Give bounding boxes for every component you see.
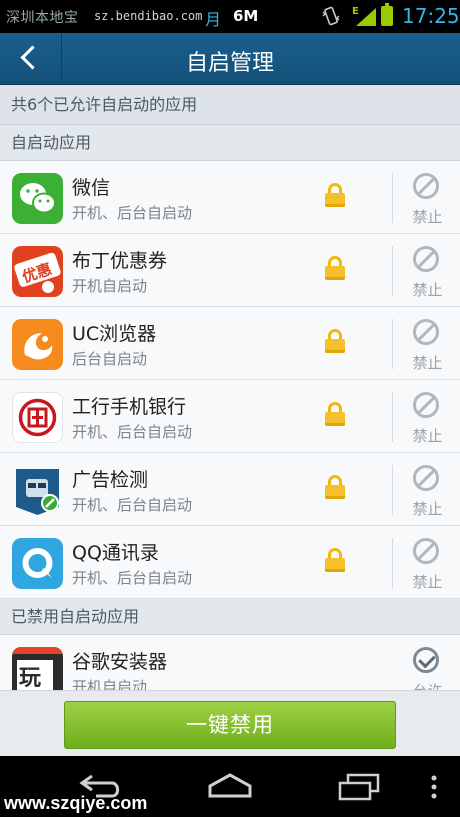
vibrate-icon	[322, 6, 340, 26]
app-desc: 开机、后台自启动	[72, 569, 193, 587]
divider	[392, 465, 393, 515]
app-row[interactable]: 微信 开机、后台自启动 禁止	[0, 161, 460, 234]
navigation-bar: www.szqiye.com	[0, 756, 460, 817]
lock-icon	[325, 183, 345, 207]
one-key-disable-button[interactable]: 一键禁用	[64, 701, 396, 749]
ban-icon	[413, 173, 439, 199]
ad-detector-icon	[16, 469, 59, 515]
battery-icon	[381, 3, 393, 26]
disable-button[interactable]: 禁止	[395, 526, 460, 599]
disable-label: 禁止	[412, 281, 443, 299]
site-watermark: www.szqiye.com	[4, 793, 148, 813]
divider	[392, 392, 393, 442]
lock-icon	[325, 329, 345, 353]
app-list-container[interactable]: 共6个已允许自启动的应用 自启动应用 微信 开机、后台自启动 禁止 优惠 布丁优…	[0, 85, 460, 690]
ban-icon	[413, 319, 439, 345]
app-name: 微信	[72, 177, 111, 199]
disable-label: 禁止	[412, 573, 443, 591]
ban-icon	[413, 465, 439, 491]
disable-button[interactable]: 禁止	[395, 161, 460, 234]
app-desc: 后台自启动	[72, 350, 148, 368]
icbc-icon	[12, 392, 63, 443]
divider	[392, 173, 393, 223]
buding-coupon-icon: 优惠	[12, 246, 63, 297]
disable-button[interactable]: 禁止	[395, 453, 460, 526]
app-name: 谷歌安装器	[72, 651, 168, 673]
summary-text: 共6个已允许自启动的应用	[0, 85, 460, 125]
app-name: 布丁优惠券	[72, 250, 168, 272]
app-row[interactable]: 玩 谷歌安装器 开机自启动 允许	[0, 635, 460, 690]
page-title: 自启管理	[185, 51, 274, 76]
app-desc: 开机、后台自启动	[72, 204, 193, 222]
svg-text:玩: 玩	[19, 666, 41, 690]
disable-label: 禁止	[412, 354, 443, 372]
bottom-action-bar: 一键禁用	[0, 690, 460, 756]
allow-label: 允许	[395, 680, 460, 690]
wechat-icon	[12, 173, 63, 224]
divider	[392, 319, 393, 369]
disable-button[interactable]: 禁止	[395, 234, 460, 307]
watermark-url: sz.bendibao.com	[94, 9, 203, 23]
disable-label: 禁止	[412, 500, 443, 518]
title-bar: 自启管理	[0, 33, 460, 85]
lock-icon	[325, 475, 345, 499]
allow-button[interactable]: 允许	[395, 635, 460, 690]
disable-button[interactable]: 禁止	[395, 380, 460, 453]
moon-icon: 月	[205, 10, 222, 29]
nav-home-icon[interactable]	[206, 772, 254, 798]
ban-icon	[413, 538, 439, 564]
lock-icon	[325, 256, 345, 280]
app-desc: 开机自启动	[72, 678, 148, 690]
app-name: 工行手机银行	[72, 396, 187, 418]
check-icon	[413, 647, 439, 673]
divider	[392, 246, 393, 296]
google-installer-icon: 玩	[12, 647, 63, 690]
signal-icon	[356, 8, 376, 26]
app-desc: 开机、后台自启动	[72, 496, 193, 514]
lock-icon	[325, 548, 345, 572]
app-desc: 开机、后台自启动	[72, 423, 193, 441]
section-header-disabled: 已禁用自启动应用	[0, 599, 460, 635]
clock: 17:25	[402, 4, 460, 28]
app-desc: 开机自启动	[72, 277, 148, 295]
nav-menu-icon[interactable]	[430, 774, 438, 800]
disable-label: 禁止	[412, 427, 443, 445]
uc-browser-icon	[12, 319, 63, 370]
app-row[interactable]: 广告检测 开机、后台自启动 禁止	[0, 453, 460, 526]
app-name: 广告检测	[72, 469, 149, 491]
disable-label: 禁止	[412, 208, 443, 226]
ban-icon	[413, 246, 439, 272]
lock-icon	[325, 402, 345, 426]
section-header-allowed: 自启动应用	[0, 125, 460, 161]
ban-icon	[413, 392, 439, 418]
app-row[interactable]: UC浏览器 后台自启动 禁止	[0, 307, 460, 380]
divider	[392, 538, 393, 588]
nav-recent-apps-icon[interactable]	[336, 772, 382, 802]
app-name: QQ通讯录	[72, 542, 159, 564]
data-size-indicator: 6M	[233, 7, 259, 25]
app-row[interactable]: 优惠 布丁优惠券 开机自启动 禁止	[0, 234, 460, 307]
app-row[interactable]: 工行手机银行 开机、后台自启动 禁止	[0, 380, 460, 453]
status-bar: 深圳本地宝 sz.bendibao.com 月 6M E 17:25	[0, 0, 460, 33]
app-row[interactable]: QQ通讯录 开机、后台自启动 禁止	[0, 526, 460, 599]
disable-button[interactable]: 禁止	[395, 307, 460, 380]
watermark-text: 深圳本地宝	[6, 10, 79, 26]
app-name: UC浏览器	[72, 323, 157, 345]
qq-contacts-icon	[12, 538, 63, 589]
